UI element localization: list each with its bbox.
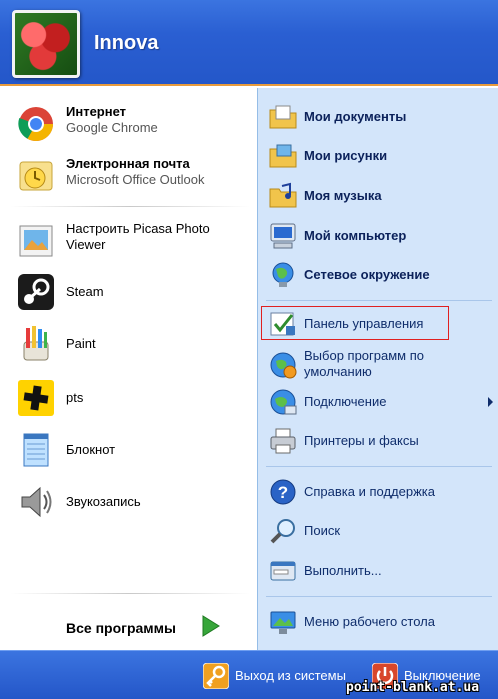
recent-notepad[interactable]: Блокнот [16, 430, 252, 470]
recent-pts[interactable]: pts [16, 378, 252, 418]
run[interactable]: Выполнить... [268, 556, 496, 586]
printers-label: Принтеры и факсы [304, 433, 419, 448]
recent-steam-label: Steam [66, 284, 104, 299]
my-computer[interactable]: Мой компьютер [268, 221, 496, 251]
recent-paint[interactable]: Paint [16, 324, 252, 364]
pinned-email[interactable]: Электронная почта Microsoft Office Outlo… [16, 156, 252, 196]
start-menu-header: Innova [0, 0, 498, 86]
my-documents[interactable]: Мои документы [268, 102, 496, 132]
recent-picasa[interactable]: Настроить Picasa Photo Viewer [16, 221, 252, 261]
right-separator [266, 466, 492, 467]
pinned-internet-subtitle: Google Chrome [66, 120, 158, 135]
sound-recorder-icon [21, 486, 52, 518]
control-panel[interactable]: Панель управления [268, 309, 496, 339]
logoff-label: Выход из системы [235, 668, 346, 683]
search[interactable]: Поиск [268, 516, 496, 546]
key-icon [203, 663, 229, 689]
recent-notepad-label: Блокнот [66, 442, 116, 457]
steam-icon [18, 274, 54, 310]
help-and-support[interactable]: ? Справка и поддержка [268, 477, 496, 507]
network-places-icon [272, 262, 294, 287]
connect-icon [270, 389, 297, 415]
all-programs-label[interactable]: Все программы [66, 620, 176, 636]
help-label: Справка и поддержка [304, 484, 435, 499]
pinned-internet-title: Интернет [66, 104, 127, 119]
network-places[interactable]: Сетевое окружение [268, 260, 496, 290]
right-separator [266, 596, 492, 597]
help-icon: ? [270, 479, 296, 505]
pinned-email-title: Электронная почта [66, 156, 190, 171]
my-music-label: Моя музыка [304, 188, 382, 203]
logoff-button[interactable]: Выход из системы [203, 663, 363, 689]
default-programs-label: Выбор программ по умолчанию [304, 348, 424, 379]
network-places-label: Сетевое окружение [304, 267, 430, 282]
run-label: Выполнить... [304, 563, 382, 578]
chrome-icon [18, 107, 53, 141]
connect-to[interactable]: Подключение [268, 387, 496, 417]
printers-and-faxes[interactable]: Принтеры и факсы [268, 426, 496, 456]
control-panel-label: Панель управления [304, 316, 424, 331]
paint-icon [23, 326, 49, 361]
my-pictures-label: Мои рисунки [304, 148, 388, 163]
user-avatar[interactable] [12, 10, 80, 78]
my-music-icon [269, 182, 297, 208]
desktop-menu-label: Меню рабочего стола [304, 614, 435, 629]
user-name: Innova [94, 32, 159, 54]
picasa-icon [19, 225, 53, 257]
desktop-menu[interactable]: Меню рабочего стола [268, 607, 496, 637]
recent-steam[interactable]: Steam [16, 272, 252, 312]
pinned-internet[interactable]: Интернет Google Chrome [16, 104, 252, 144]
recent-sound-recorder-label: Звукозапись [66, 494, 141, 509]
pts-icon [18, 380, 54, 416]
search-label: Поиск [304, 523, 341, 538]
my-documents-icon [269, 105, 297, 129]
right-panel: Мои документы Мои рисунки Моя музыка Мой… [257, 88, 498, 650]
recent-sound-recorder[interactable]: Звукозапись [16, 482, 252, 522]
svg-text:?: ? [278, 483, 288, 502]
watermark: point-blank.at.ua [346, 680, 480, 695]
recent-paint-label: Paint [66, 336, 96, 351]
my-pictures[interactable]: Мои рисунки [268, 141, 496, 171]
my-music[interactable]: Моя музыка [268, 181, 496, 211]
connect-label: Подключение [304, 394, 387, 409]
my-computer-label: Мой компьютер [304, 228, 407, 243]
desktop-menu-icon [270, 611, 296, 634]
outlook-icon [19, 161, 53, 191]
printers-icon [270, 428, 296, 454]
control-panel-icon [270, 312, 295, 336]
recent-picasa-label: Настроить Picasa Photo Viewer [66, 221, 210, 252]
green-arrow-icon[interactable] [198, 614, 222, 638]
pinned-email-subtitle: Microsoft Office Outlook [66, 172, 205, 187]
left-separator [10, 593, 250, 594]
search-icon [270, 519, 295, 544]
my-pictures-icon [269, 144, 297, 168]
right-separator [266, 300, 492, 301]
my-documents-label: Мои документы [304, 109, 407, 124]
left-separator [10, 206, 250, 207]
default-programs[interactable]: Выбор программ по умолчанию [268, 346, 496, 382]
recent-pts-label: pts [66, 390, 84, 405]
notepad-icon [23, 433, 49, 467]
my-computer-icon [270, 223, 296, 249]
left-panel: Интернет Google Chrome Электронная почта… [0, 88, 257, 650]
submenu-arrow-icon [488, 397, 493, 407]
run-icon [270, 561, 296, 581]
default-programs-icon [270, 352, 297, 379]
